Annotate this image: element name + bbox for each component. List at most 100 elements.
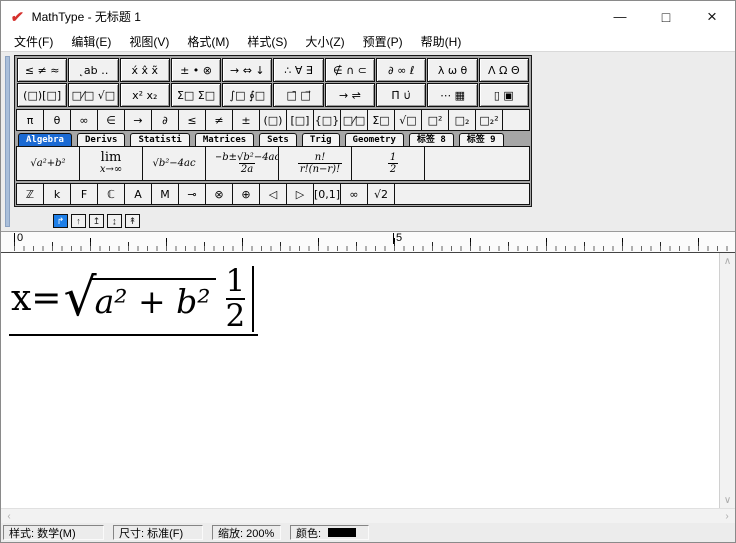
small-symbol-button[interactable]: [□] <box>287 110 314 130</box>
expression-symbol-button[interactable]: ▷ <box>287 184 314 204</box>
symbol-palette-button[interactable]: λ ω θ <box>427 58 478 82</box>
small-symbol-button[interactable]: θ <box>44 110 71 130</box>
small-symbol-button[interactable]: ≤ <box>179 110 206 130</box>
template-palette-button[interactable]: (□)[□] <box>17 83 68 107</box>
menu-item[interactable]: 视图(V) <box>120 32 178 51</box>
expression-symbol-button[interactable]: ⊸ <box>179 184 206 204</box>
symbol-palette-button[interactable]: ∂ ∞ ℓ <box>376 58 427 82</box>
menu-item[interactable]: 大小(Z) <box>296 32 353 51</box>
palette-tab[interactable]: Statisti <box>130 133 190 146</box>
horizontal-scrollbar[interactable]: ‹ › <box>1 508 735 523</box>
palette-tab[interactable]: Trig <box>301 133 340 146</box>
template-palette-button[interactable]: → ⇌ <box>324 83 376 107</box>
toolbar-size-button[interactable]: ↱ <box>53 214 68 228</box>
maximize-button[interactable]: □ <box>643 1 689 32</box>
menu-item[interactable]: 样式(S) <box>238 32 296 51</box>
template-palette-button[interactable]: ▯ ▣ <box>478 83 529 107</box>
small-symbol-button[interactable]: □² <box>422 110 449 130</box>
palette-tab[interactable]: Matrices <box>194 133 255 146</box>
expression-template-button[interactable]: √b²−4ac <box>143 147 206 180</box>
status-field[interactable]: 颜色: <box>290 525 369 540</box>
expression-symbol-button[interactable]: ℂ <box>98 184 125 204</box>
small-symbol-button[interactable]: ∞ <box>71 110 98 130</box>
small-symbol-button[interactable]: ± <box>233 110 260 130</box>
symbol-palette-button[interactable]: → ⇔ ↓ <box>222 58 273 82</box>
menu-item[interactable]: 预置(P) <box>354 32 412 51</box>
expression-template-button[interactable]: √a²+b² <box>17 147 80 180</box>
palette-tab[interactable]: Sets <box>259 133 297 146</box>
symbol-palette-button[interactable]: Λ Ω Θ <box>478 58 529 82</box>
template-palette-button[interactable]: □⁄□ √□ <box>68 83 119 107</box>
expression-template-button[interactable]: −b±√b²−4ac 2a <box>216 147 279 180</box>
small-symbol-button[interactable]: □₂ <box>449 110 476 130</box>
small-symbol-button[interactable]: ≠ <box>206 110 233 130</box>
small-symbol-button[interactable]: (□) <box>260 110 287 130</box>
template-palette-button[interactable]: ∫□ ∮□ <box>222 83 273 107</box>
small-symbol-button[interactable]: π <box>17 110 44 130</box>
small-symbol-button[interactable]: √□ <box>395 110 422 130</box>
template-palette-button[interactable]: ⋯ ▦ <box>427 83 478 107</box>
symbol-palette-button[interactable]: ± • ⊗ <box>170 58 222 82</box>
close-button[interactable]: × <box>689 1 735 32</box>
small-symbol-button[interactable]: ∈ <box>98 110 125 130</box>
scroll-left-icon[interactable]: ‹ <box>1 509 17 523</box>
equation[interactable]: x= √ a² + b² 1 2 <box>9 265 259 337</box>
template-top-text: n! <box>314 152 326 163</box>
expression-symbol-button[interactable]: k <box>44 184 71 204</box>
vertical-scroll-track[interactable] <box>720 269 735 492</box>
status-bar: 样式: 数学(M) 尺寸: 标准(F) 缩放: 200% 颜色: <box>1 523 735 542</box>
toolbar-size-button[interactable]: ↥ <box>89 214 104 228</box>
scroll-right-icon[interactable]: › <box>719 509 735 523</box>
expression-template-button[interactable]: lim x→∞ <box>80 147 143 180</box>
expression-symbol-button[interactable]: [0,1] <box>314 184 341 204</box>
scroll-down-icon[interactable]: ∨ <box>720 492 735 508</box>
symbol-palette-button[interactable]: x́ x̂ x̃ <box>119 58 170 82</box>
small-symbol-button[interactable]: → <box>125 110 152 130</box>
toolbar-size-button[interactable]: ↨ <box>107 214 122 228</box>
template-palette-button[interactable]: □̄ □⃗ <box>273 83 324 107</box>
palette-tab[interactable]: 标签 8 <box>408 133 454 146</box>
small-symbol-button[interactable]: □₂² <box>476 110 503 130</box>
toolbar-size-button[interactable]: ↟ <box>125 214 140 228</box>
expression-symbol-button[interactable]: √2 <box>368 184 395 204</box>
expression-symbol-button[interactable]: ⊕ <box>233 184 260 204</box>
template-palette-button[interactable]: Σ□ Σ□ <box>170 83 222 107</box>
menu-item[interactable]: 文件(F) <box>5 32 62 51</box>
expression-template-button[interactable]: 1 2 <box>362 147 425 180</box>
symbol-palette-button[interactable]: ∉ ∩ ⊂ <box>324 58 376 82</box>
small-symbol-button[interactable]: □⁄□ <box>341 110 368 130</box>
palette-tab[interactable]: Algebra <box>18 133 72 146</box>
menu-item[interactable]: 帮助(H) <box>412 32 471 51</box>
expression-symbol-button[interactable]: ⊗ <box>206 184 233 204</box>
expression-symbol-button[interactable]: M <box>152 184 179 204</box>
palette-tab[interactable]: Derivs <box>76 133 126 146</box>
status-field[interactable]: 尺寸: 标准(F) <box>113 525 203 540</box>
menu-item[interactable]: 编辑(E) <box>62 32 120 51</box>
template-palette-button[interactable]: Π̇ ∪̇ <box>376 83 427 107</box>
status-field[interactable]: 缩放: 200% <box>212 525 281 540</box>
scroll-up-icon[interactable]: ∧ <box>720 253 735 269</box>
menu-item[interactable]: 格式(M) <box>178 32 238 51</box>
template-palette-button[interactable]: x² x₂ <box>119 83 170 107</box>
toolbar-grab-handle[interactable] <box>5 56 10 227</box>
expression-symbol-button[interactable]: ◁ <box>260 184 287 204</box>
expression-template-button[interactable]: n! r!(n−r)! <box>289 147 352 180</box>
symbol-palette-button[interactable]: ≤ ≠ ≈ <box>17 58 68 82</box>
equation-canvas[interactable]: x= √ a² + b² 1 2 <box>1 253 720 508</box>
ruler[interactable]: 0 5 <box>1 232 735 253</box>
expression-symbol-button[interactable]: ∞ <box>341 184 368 204</box>
small-symbol-button[interactable]: ∂ <box>152 110 179 130</box>
status-field[interactable]: 样式: 数学(M) <box>3 525 104 540</box>
palette-tab[interactable]: 标签 9 <box>458 133 504 146</box>
vertical-scrollbar[interactable]: ∧ ∨ <box>720 253 735 508</box>
small-symbol-button[interactable]: Σ□ <box>368 110 395 130</box>
minimize-button[interactable]: — <box>597 1 643 32</box>
expression-symbol-button[interactable]: A <box>125 184 152 204</box>
symbol-palette-button[interactable]: ˛ab ‥ <box>68 58 119 82</box>
expression-symbol-button[interactable]: ℤ <box>17 184 44 204</box>
palette-tab[interactable]: Geometry <box>344 133 404 146</box>
small-symbol-button[interactable]: {□} <box>314 110 341 130</box>
expression-symbol-button[interactable]: F <box>71 184 98 204</box>
toolbar-size-button[interactable]: ↑ <box>71 214 86 228</box>
symbol-palette-button[interactable]: ∴ ∀ ∃ <box>273 58 324 82</box>
